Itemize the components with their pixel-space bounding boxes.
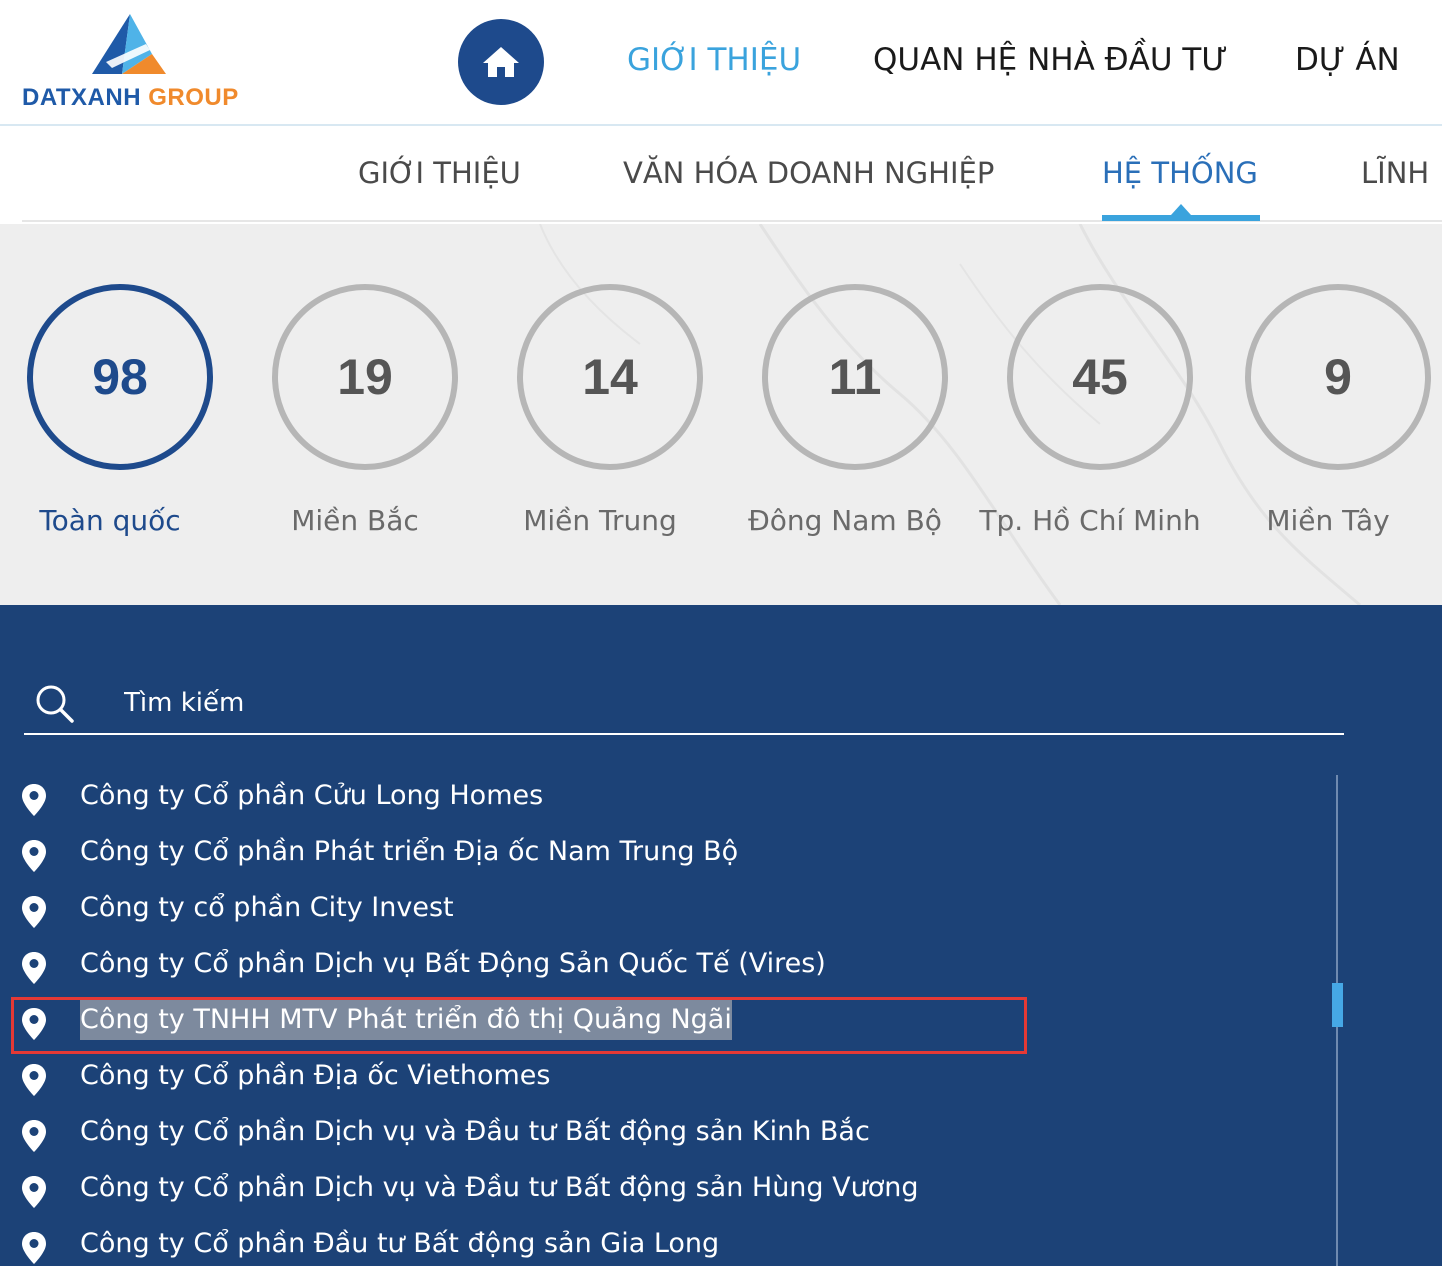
location-pin-icon [22,784,46,816]
company-name: Công ty Cổ phần Địa ốc Viethomes [80,1060,551,1091]
company-name: Công ty cổ phần City Invest [80,892,454,923]
topnav-gioi-thieu[interactable]: GIỚI THIỆU [627,42,801,78]
logo-text-datxanh: DATXANH [22,84,142,111]
list-item[interactable]: Công ty Cổ phần Địa ốc Viethomes [0,1050,1320,1106]
list-item[interactable]: Công ty Cổ phần Dịch vụ và Đầu tư Bất độ… [0,1106,1320,1162]
stat-count: 9 [1245,284,1431,470]
scrollbar-thumb[interactable] [1332,983,1343,1027]
stat-tp-ho-chi-minh[interactable]: 45 Tp. Hồ Chí Minh [979,284,1201,544]
company-list-panel: Công ty Cổ phần Cửu Long Homes Công ty C… [0,605,1442,1266]
stat-dong-nam-bo[interactable]: 11 Đông Nam Bộ [735,284,955,544]
company-name: Công ty Cổ phần Dịch vụ và Đầu tư Bất độ… [80,1172,919,1203]
location-pin-icon [22,1176,46,1208]
stat-count: 11 [762,284,948,470]
list-item[interactable]: Công ty Cổ phần Dịch vụ và Đầu tư Bất độ… [0,1162,1320,1218]
list-item[interactable]: Công ty Cổ phần Cửu Long Homes [0,770,1320,826]
stat-count: 98 [27,284,213,470]
company-name: Công ty Cổ phần Phát triển Địa ốc Nam Tr… [80,836,739,867]
company-name: Công ty Cổ phần Cửu Long Homes [80,780,544,811]
stat-count: 45 [1007,284,1193,470]
topnav-quan-he-nha-dau-tu[interactable]: QUAN HỆ NHÀ ĐẦU TƯ [873,42,1228,78]
list-item[interactable]: Công ty cổ phần City Invest [0,882,1320,938]
company-name: Công ty Cổ phần Đầu tư Bất động sản Gia … [80,1228,720,1259]
stat-toan-quoc[interactable]: 98 Toàn quốc [0,284,220,544]
subnav-active-indicator [1102,215,1260,221]
company-name: Công ty Cổ phần Dịch vụ Bất Động Sản Quố… [80,948,826,979]
company-name: Công ty Cổ phần Dịch vụ và Đầu tư Bất độ… [80,1116,870,1147]
stat-label: Tp. Hồ Chí Minh [979,504,1201,537]
stat-label: Miền Bắc [291,504,419,537]
subnav-linh-vuc[interactable]: LĨNH [1361,156,1429,190]
stat-mien-bac[interactable]: 19 Miền Bắc [245,284,465,544]
location-pin-icon [22,952,46,984]
region-stats-band: 98 Toàn quốc 19 Miền Bắc 14 Miền Trung 1… [0,224,1442,605]
subnav-gioi-thieu[interactable]: GIỚI THIỆU [358,156,521,190]
list-item[interactable]: Công ty Cổ phần Phát triển Địa ốc Nam Tr… [0,826,1320,882]
stat-mien-trung[interactable]: 14 Miền Trung [490,284,710,544]
location-pin-icon [22,1120,46,1152]
stat-label: Đông Nam Bộ [748,504,942,537]
search-input[interactable] [124,683,1324,723]
list-item[interactable]: Công ty Cổ phần Dịch vụ Bất Động Sản Quố… [0,938,1320,994]
selection-highlight-box [11,997,1027,1054]
stat-count: 19 [272,284,458,470]
stat-count: 14 [517,284,703,470]
stat-label: Miền Trung [523,504,677,537]
location-pin-icon [22,1064,46,1096]
stat-mien-tay[interactable]: 9 Miền Tây [1218,284,1438,544]
subnav-van-hoa-doanh-nghiep[interactable]: VĂN HÓA DOANH NGHIỆP [623,156,994,190]
top-header: DATXANH GROUP GIỚI THIỆU QUAN HỆ NHÀ ĐẦU… [0,0,1442,126]
search-icon[interactable] [34,683,76,725]
home-button[interactable] [458,19,544,105]
stat-label: Miền Tây [1266,504,1390,537]
logo-text: DATXANH GROUP [22,84,239,112]
search-bar [24,673,1344,735]
logo-mark-icon [92,14,166,74]
list-item[interactable]: Công ty Cổ phần Đầu tư Bất động sản Gia … [0,1218,1320,1266]
location-pin-icon [22,840,46,872]
location-pin-icon [22,1232,46,1264]
home-icon [483,47,519,77]
datxanh-logo[interactable]: DATXANH GROUP [22,14,242,114]
topnav-du-an[interactable]: DỰ ÁN [1295,42,1400,78]
location-pin-icon [22,896,46,928]
subnav-he-thong[interactable]: HỆ THỐNG [1102,156,1258,190]
subnav-caret-icon [1171,204,1191,215]
stat-label: Toàn quốc [39,504,181,537]
logo-text-group: GROUP [148,84,239,111]
